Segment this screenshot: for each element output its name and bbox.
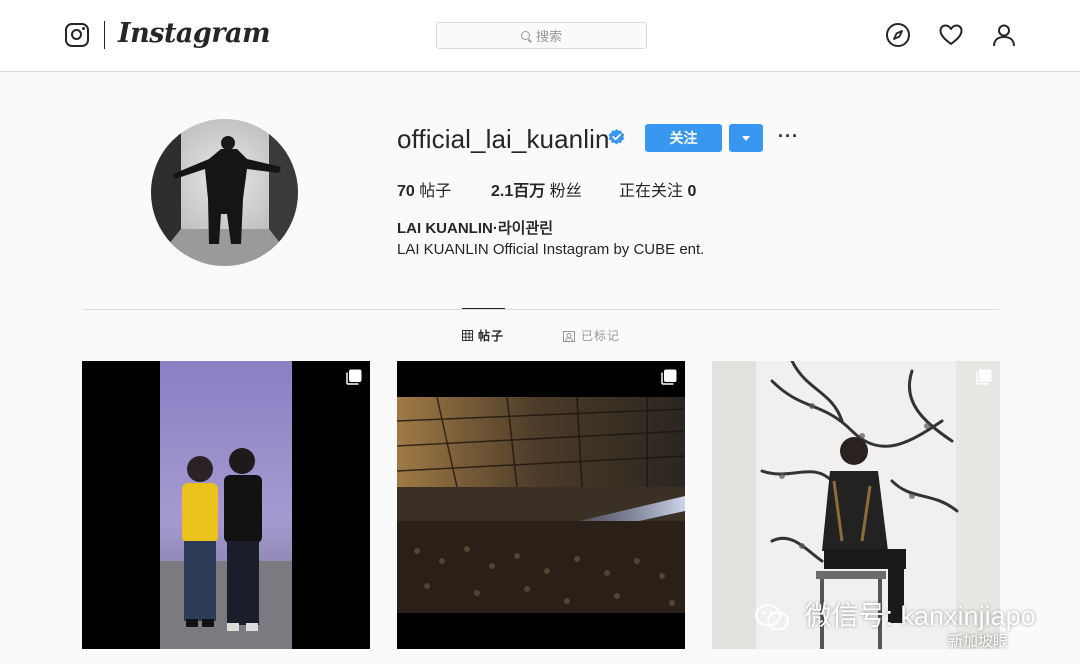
tab-tagged-label: 已标记 xyxy=(581,329,621,343)
logo-divider xyxy=(104,21,105,49)
watermark-text: 微信号: kanxinjiapo xyxy=(804,601,1036,631)
following-count: 0 xyxy=(687,183,697,200)
following-label: 正在关注 xyxy=(619,183,684,200)
instagram-wordmark[interactable]: Instagram xyxy=(118,18,271,49)
profile-icon[interactable] xyxy=(991,22,1017,48)
search-icon xyxy=(520,31,530,40)
wechat-watermark: 微信号: kanxinjiapo xyxy=(755,594,1036,633)
verified-badge-icon xyxy=(608,128,625,145)
followers-label: 粉丝 xyxy=(549,183,582,200)
tab-posts[interactable]: 帖子 xyxy=(462,327,504,344)
wechat-icon xyxy=(755,603,789,631)
tabs-divider xyxy=(82,309,999,310)
carousel-icon xyxy=(976,369,992,385)
posts-stat: 70 帖子 xyxy=(397,177,451,201)
carousel-icon xyxy=(346,369,362,385)
post-image xyxy=(82,361,370,649)
follow-button[interactable]: 关注 xyxy=(645,124,722,152)
tagged-icon xyxy=(563,330,575,342)
post-thumbnail[interactable] xyxy=(397,361,685,649)
posts-label: 帖子 xyxy=(419,183,452,200)
profile-bio: LAI KUANLIN Official Instagram by CUBE e… xyxy=(397,241,705,258)
profile-avatar[interactable] xyxy=(151,119,298,266)
followers-stat[interactable]: 2.1百万 粉丝 xyxy=(491,177,582,201)
heart-icon[interactable] xyxy=(938,22,964,48)
grid-icon xyxy=(462,330,473,341)
following-stat[interactable]: 正在关注 0 xyxy=(619,177,696,201)
tab-tagged[interactable]: 已标记 xyxy=(563,327,620,344)
more-options-button[interactable]: ··· xyxy=(778,126,799,147)
search-input[interactable]: 搜索 xyxy=(436,22,647,49)
post-image xyxy=(397,361,685,649)
profile-full-name: LAI KUANLIN·라이관린 xyxy=(397,220,554,237)
posts-count: 70 xyxy=(397,183,415,200)
watermark-subtext: 新加坡眼 xyxy=(948,633,1009,650)
chevron-down-icon xyxy=(742,135,750,141)
avatar-photo xyxy=(151,119,298,266)
profile-username: official_lai_kuanlin xyxy=(397,124,610,154)
post-thumbnail[interactable] xyxy=(82,361,370,649)
active-tab-indicator xyxy=(462,308,505,309)
tab-posts-label: 帖子 xyxy=(478,329,505,343)
top-navigation-bar: Instagram 搜索 xyxy=(0,0,1080,72)
instagram-glyph-icon[interactable] xyxy=(65,23,89,47)
suggested-dropdown-button[interactable] xyxy=(729,124,763,152)
followers-count: 2.1百万 xyxy=(491,183,546,200)
compass-icon[interactable] xyxy=(885,22,911,48)
search-placeholder: 搜索 xyxy=(535,29,562,44)
carousel-icon xyxy=(661,369,677,385)
